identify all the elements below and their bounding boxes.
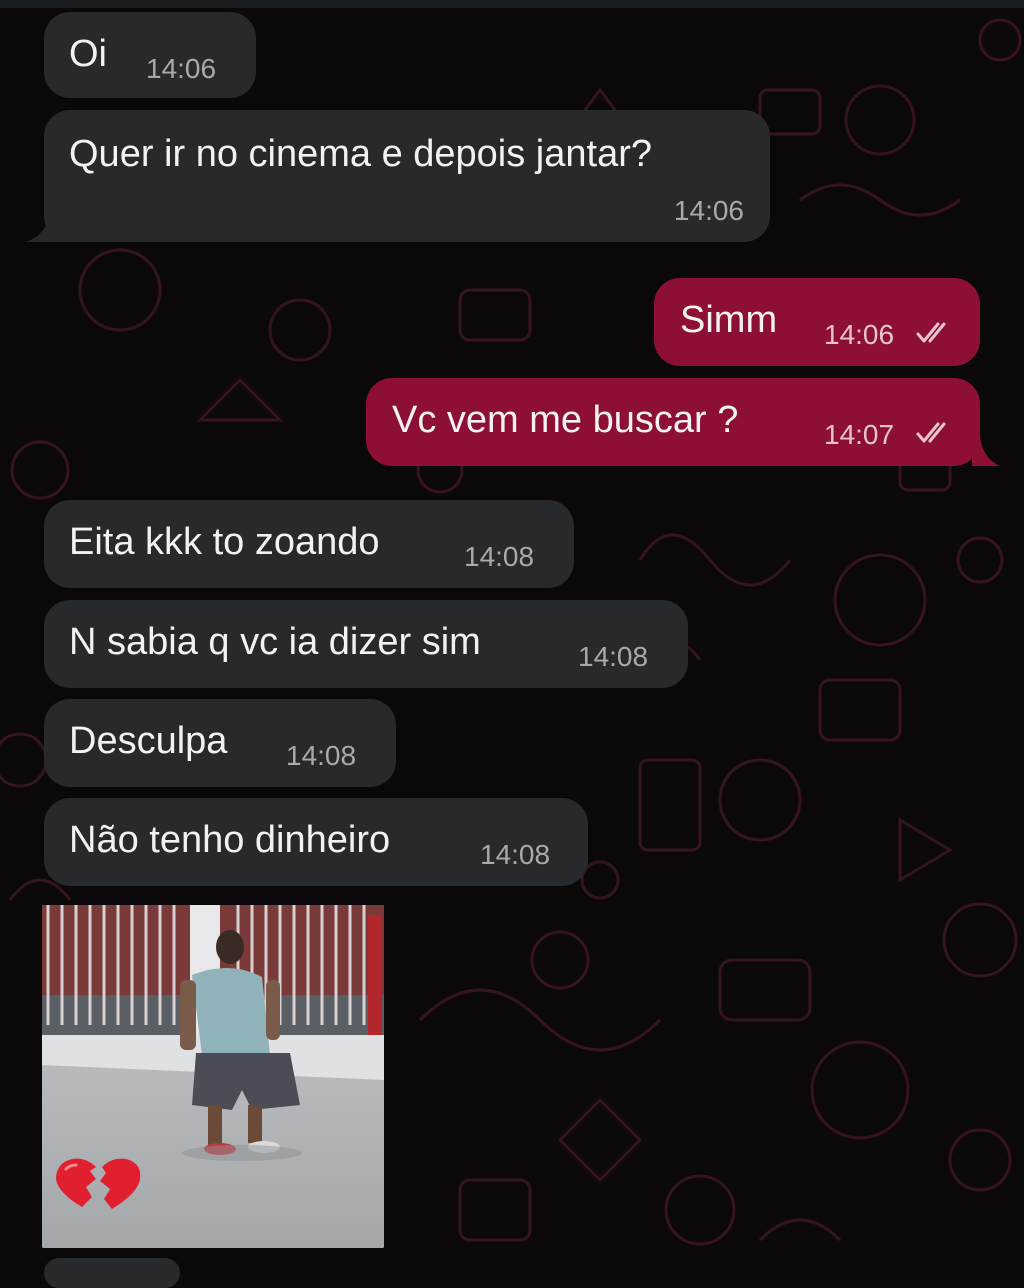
message-bubble-outgoing[interactable]: Simm 14:06 bbox=[654, 278, 980, 366]
message-time: 14:06 bbox=[146, 53, 217, 84]
message-bubble-incoming[interactable]: Quer ir no cinema e depois jantar? 14:06 bbox=[44, 110, 770, 242]
message-bubble-incoming[interactable] bbox=[44, 1258, 180, 1288]
broken-heart-icon bbox=[56, 1158, 141, 1209]
message-text: Não tenho dinheiro bbox=[69, 819, 391, 861]
message-text: Simm bbox=[680, 299, 778, 341]
message-time: 14:07 bbox=[824, 419, 895, 450]
message-time: 14:06 bbox=[824, 319, 895, 350]
read-ticks-icon bbox=[916, 322, 946, 343]
message-time: 14:08 bbox=[464, 541, 535, 572]
message-bubble-incoming[interactable]: Não tenho dinheiro 14:08 bbox=[44, 798, 588, 886]
read-ticks-icon bbox=[916, 422, 946, 443]
message-bubble-incoming[interactable]: Eita kkk to zoando 14:08 bbox=[44, 500, 574, 588]
message-time: 14:08 bbox=[578, 641, 649, 672]
message-time: 14:08 bbox=[286, 740, 357, 771]
message-bubble-incoming[interactable]: Oi 14:06 bbox=[44, 12, 256, 98]
message-bubble-incoming[interactable]: N sabia q vc ia dizer sim 14:08 bbox=[44, 600, 688, 688]
message-text: N sabia q vc ia dizer sim bbox=[69, 621, 481, 663]
message-time: 14:06 bbox=[673, 195, 744, 226]
status-bar-edge bbox=[0, 0, 1024, 8]
message-bubble-outgoing[interactable]: Vc vem me buscar ? 14:07 bbox=[366, 378, 980, 466]
message-text: Quer ir no cinema e depois jantar? bbox=[69, 133, 652, 175]
photo-message[interactable] bbox=[42, 905, 384, 1248]
message-bubble-incoming[interactable]: Desculpa 14:08 bbox=[44, 699, 396, 787]
message-text: Desculpa bbox=[69, 720, 228, 762]
message-text: Oi bbox=[69, 33, 107, 75]
message-text: Vc vem me buscar ? bbox=[392, 399, 739, 441]
message-text: Eita kkk to zoando bbox=[69, 521, 380, 563]
message-time: 14:08 bbox=[480, 839, 551, 870]
